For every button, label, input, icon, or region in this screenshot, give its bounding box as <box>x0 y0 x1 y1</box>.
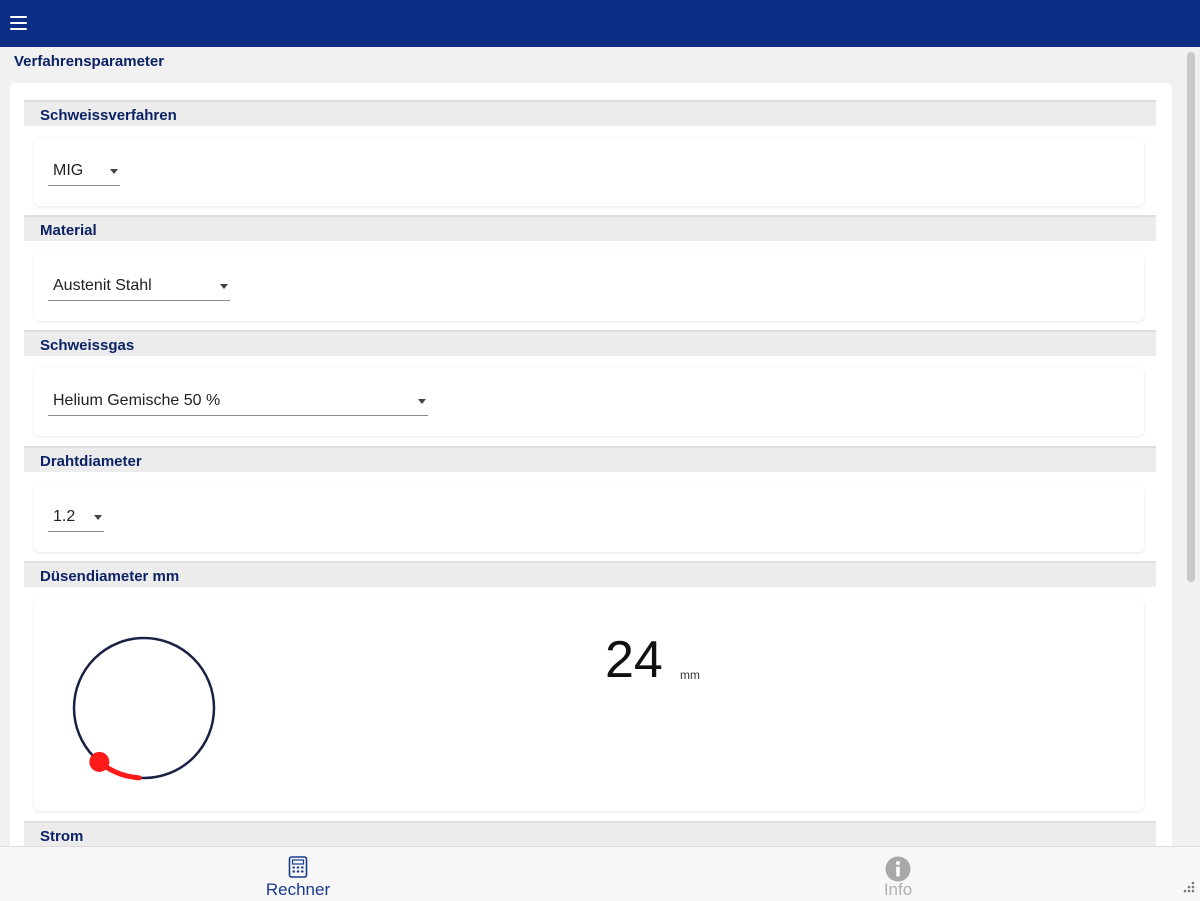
section-header-material: Material <box>24 215 1156 241</box>
nozzle-diameter-dial[interactable] <box>58 630 228 790</box>
tab-rechner-label: Rechner <box>265 880 331 899</box>
card-process <box>34 138 1144 206</box>
dial-handle[interactable] <box>89 751 110 772</box>
info-icon <box>885 856 911 882</box>
process-select[interactable]: MIG <box>48 157 120 186</box>
gas-select-value: Helium Gemische 50 % <box>53 392 221 409</box>
calculator-icon <box>288 856 308 878</box>
card-wire <box>34 484 1144 552</box>
material-select[interactable]: Austenit Stahl <box>48 272 230 301</box>
section-title-nozzle: Düsendiameter mm <box>40 568 180 585</box>
dropdown-arrow-icon <box>418 399 426 404</box>
nozzle-diameter-unit: mm <box>680 668 700 682</box>
dropdown-arrow-icon <box>220 284 228 289</box>
section-header-gas: Schweissgas <box>24 330 1156 356</box>
wire-select[interactable]: 1.2 <box>48 503 104 532</box>
section-header-process: Schweissverfahren <box>24 100 1156 126</box>
page-title: Verfahrensparameter <box>14 53 165 70</box>
section-title-wire: Drahtdiameter <box>40 453 142 470</box>
resize-grip-icon[interactable] <box>1180 878 1196 894</box>
tab-info-label: Info <box>883 880 913 899</box>
section-header-wire: Drahtdiameter <box>24 446 1156 472</box>
gas-select[interactable]: Helium Gemische 50 % <box>48 387 428 416</box>
section-title-material: Material <box>40 222 97 239</box>
nozzle-diameter-value: 24 <box>605 631 663 689</box>
section-title-current: Strom <box>40 828 84 845</box>
hamburger-menu-icon[interactable] <box>10 16 27 30</box>
scrollbar-thumb[interactable] <box>1187 52 1195 582</box>
tab-info[interactable]: Info <box>838 846 958 900</box>
material-select-value: Austenit Stahl <box>53 277 152 294</box>
section-header-nozzle: Düsendiameter mm <box>24 561 1156 587</box>
bottom-navigation-bar <box>0 846 1200 901</box>
tab-rechner[interactable]: Rechner <box>238 846 358 900</box>
dropdown-arrow-icon <box>94 515 102 520</box>
wire-select-value: 1.2 <box>53 508 76 525</box>
process-select-value: MIG <box>53 162 84 179</box>
section-header-current: Strom <box>24 821 1156 847</box>
section-title-process: Schweissverfahren <box>40 107 177 124</box>
section-title-gas: Schweissgas <box>40 337 135 354</box>
top-app-bar <box>0 0 1200 47</box>
dropdown-arrow-icon <box>110 169 118 174</box>
